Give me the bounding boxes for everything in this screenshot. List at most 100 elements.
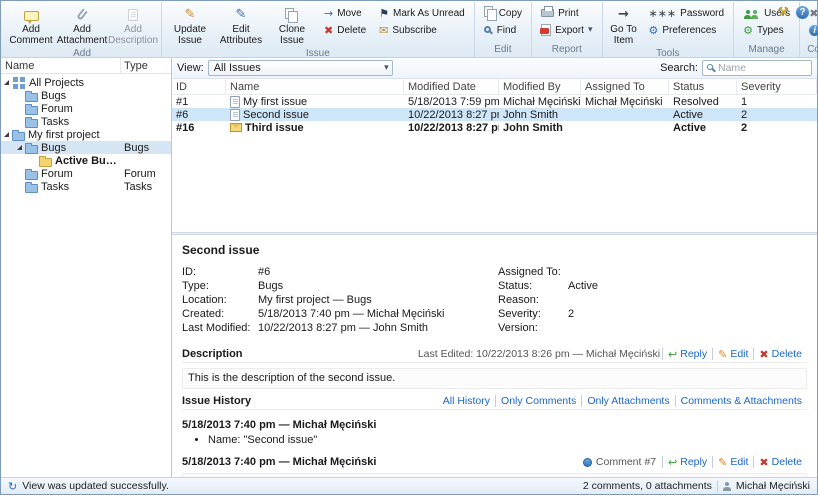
preferences-button[interactable]: ⚙ Preferences — [643, 22, 731, 38]
search-icon — [707, 64, 713, 70]
refresh-icon: ↻ — [8, 481, 17, 492]
add-description-label: Add Description — [108, 24, 158, 46]
go-to-item-button[interactable]: → Go To Item — [606, 3, 642, 48]
copy-button[interactable]: Copy — [478, 5, 528, 21]
filter-all-history[interactable]: All History — [443, 395, 495, 407]
status-message: View was updated successfully. — [22, 480, 169, 492]
filter-only-attachments[interactable]: Only Attachments — [581, 395, 674, 407]
issue-status: Active — [669, 122, 737, 134]
tree-item-tasks[interactable]: Tasks — [1, 115, 171, 128]
export-caret-icon: ▾ — [588, 25, 593, 35]
column-header-severity[interactable]: Severity — [737, 79, 817, 94]
attr-value — [568, 266, 807, 279]
find-button[interactable]: Find — [478, 22, 528, 38]
tree-item-forum[interactable]: Forum — [1, 102, 171, 115]
attr-value: 10/22/2013 8:27 pm — John Smith — [258, 322, 498, 335]
filter-only-comments[interactable]: Only Comments — [495, 395, 581, 407]
issue-icon — [230, 109, 240, 121]
update-issue-label: Update Issue — [166, 24, 214, 46]
folder-icon — [25, 106, 38, 115]
tree-item-all-projects[interactable]: All Projects — [1, 76, 171, 89]
tree-item-project-bugs[interactable]: Bugs Bugs — [1, 141, 171, 154]
issue-row-unread[interactable]: #16 Third issue 10/22/2013 8:27 pm John … — [172, 121, 817, 134]
delete-button[interactable]: ✖ Delete — [318, 22, 372, 38]
history-entry-header: 5/18/2013 7:40 pm — Michał Męciński — [182, 456, 376, 468]
copy-label: Copy — [499, 8, 522, 19]
go-to-item-icon: → — [618, 6, 629, 23]
issue-row-selected[interactable]: #6 Second issue 10/22/2013 8:27 pm John … — [172, 108, 817, 121]
help-icon[interactable]: ? — [796, 6, 809, 19]
reply-link[interactable]: ↩ Reply — [662, 348, 712, 360]
search-label: Search: — [660, 62, 698, 74]
envelope-icon: ✉ — [379, 25, 388, 36]
tree-item-bugs[interactable]: Bugs — [1, 89, 171, 102]
group-label-issue: Issue — [165, 48, 471, 61]
print-button[interactable]: Print — [535, 5, 598, 21]
comment-number: Comment #7 — [596, 456, 656, 468]
delete-link[interactable]: ✖ Delete — [753, 348, 807, 360]
reply-link[interactable]: ↩ Reply — [662, 456, 712, 468]
issue-status: Active — [669, 109, 737, 121]
tree-item-project-forum[interactable]: Forum Forum — [1, 167, 171, 180]
toolbar-group-add: Add Comment Add Attachment Add Descripti… — [3, 2, 162, 57]
issue-name: Second issue — [243, 109, 309, 121]
update-issue-button[interactable]: ✎ Update Issue — [165, 3, 215, 48]
expander-icon[interactable] — [4, 80, 9, 85]
column-header-modified-by[interactable]: Modified By — [499, 79, 581, 94]
issue-id: #16 — [172, 122, 226, 134]
move-button[interactable]: → Move — [318, 5, 372, 21]
search-input[interactable] — [716, 61, 807, 75]
types-button[interactable]: ⚙ Types — [737, 22, 796, 38]
group-label-add: Add — [6, 48, 158, 61]
tree-item-label: All Projects — [26, 77, 121, 89]
app-window: Add Comment Add Attachment Add Descripti… — [0, 0, 818, 495]
delete-link[interactable]: ✖ Delete — [753, 456, 807, 468]
edit-link[interactable]: ✎ Edit — [712, 456, 753, 468]
folder-icon — [25, 93, 38, 102]
tree-item-label: Bugs — [38, 142, 121, 154]
issue-modified-date: 10/22/2013 8:27 pm — [404, 109, 499, 121]
column-header-assigned-to[interactable]: Assigned To — [581, 79, 669, 94]
edit-attributes-button[interactable]: ✎ Edit Attributes — [216, 3, 266, 48]
attr-value: Bugs — [258, 280, 498, 293]
issue-row[interactable]: #1 My first issue 5/18/2013 7:59 pm Mich… — [172, 95, 817, 108]
tree-item-project-tasks[interactable]: Tasks Tasks — [1, 180, 171, 193]
tree-item-active-bugs[interactable]: Active Bugs (1) — [1, 154, 171, 167]
tree-item-my-first-project[interactable]: My first project — [1, 128, 171, 141]
settings-wrench-icon[interactable]: ⚒ — [777, 6, 789, 19]
add-comment-button[interactable]: Add Comment — [6, 3, 56, 48]
tree-item-type: Bugs — [121, 142, 171, 154]
column-header-name[interactable]: Name — [226, 79, 404, 94]
toolbar-group-tools: → Go To Item ∗∗∗ Password ⚙ Preferences … — [603, 2, 735, 57]
filter-comments-attachments[interactable]: Comments & Attachments — [675, 395, 807, 407]
add-attachment-button[interactable]: Add Attachment — [57, 3, 107, 48]
expander-icon[interactable] — [4, 132, 9, 137]
column-header-id[interactable]: ID — [172, 79, 226, 94]
sidebar-column-type[interactable]: Type — [121, 60, 171, 72]
edit-link[interactable]: ✎ Edit — [712, 348, 753, 360]
projects-sidebar: Name Type All Projects Bugs — [1, 58, 172, 477]
move-label: Move — [337, 8, 361, 19]
column-header-status[interactable]: Status — [669, 79, 737, 94]
paperclip-icon — [76, 8, 88, 20]
add-description-button[interactable]: Add Description — [108, 3, 158, 48]
password-button[interactable]: ∗∗∗ Password — [643, 5, 731, 21]
mark-as-unread-button[interactable]: ⚑ Mark As Unread — [373, 5, 471, 21]
filter-label: All History — [443, 395, 490, 407]
group-label-connection: Connection — [803, 44, 818, 57]
reply-icon: ↩ — [668, 349, 677, 360]
export-button[interactable]: Export ▾ — [535, 22, 598, 38]
clone-issue-button[interactable]: Clone Issue — [267, 3, 317, 48]
column-header-modified-date[interactable]: Modified Date — [404, 79, 499, 94]
pencil-icon: ✎ — [185, 6, 196, 23]
details-pane: Second issue ID: #6 Assigned To: Type: B… — [172, 235, 817, 477]
view-select[interactable]: All Issues ▾ — [208, 60, 393, 76]
edit-label: Edit — [730, 456, 748, 468]
issue-id: #6 — [172, 109, 226, 121]
subscribe-button[interactable]: ✉ Subscribe — [373, 22, 471, 38]
issue-modified-date: 5/18/2013 7:59 pm — [404, 96, 499, 108]
attr-label: Location: — [182, 294, 258, 307]
status-counts: 2 comments, 0 attachments — [583, 480, 712, 492]
connection-details-button[interactable]: i Details — [803, 22, 818, 38]
expander-icon[interactable] — [17, 145, 22, 150]
